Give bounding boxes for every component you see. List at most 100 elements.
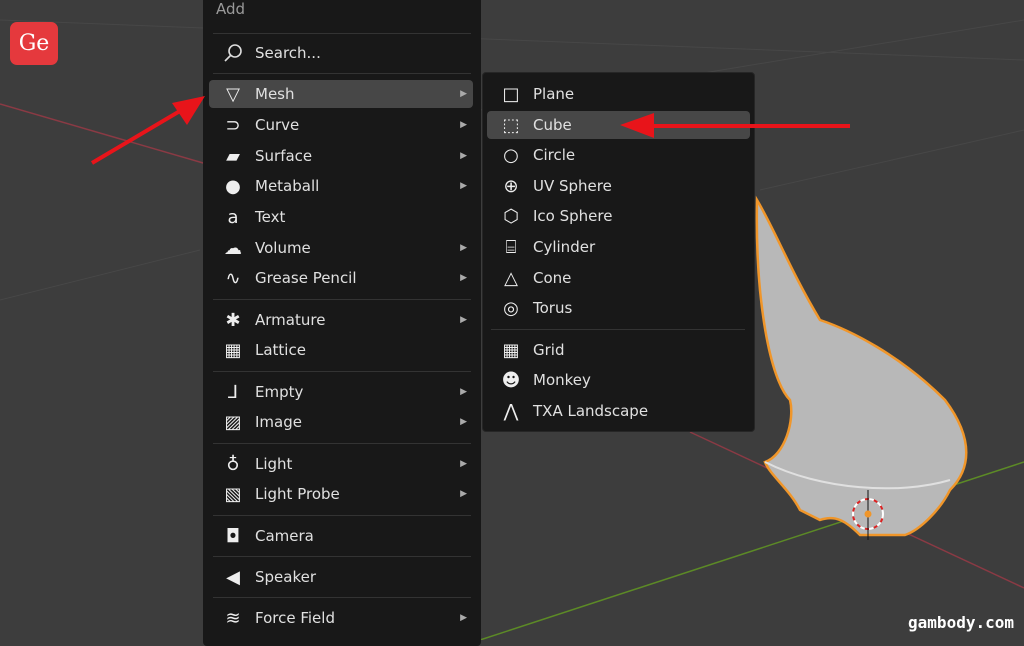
menu-item-label: Cone — [533, 269, 572, 287]
menu-item-force-field[interactable]: ≋ Force Field ▶ — [209, 604, 473, 632]
divider — [213, 556, 471, 557]
volume-icon: ☁ — [224, 237, 242, 259]
mesh-submenu: □ Plane ⬚ Cube ○ Circle ⊕ UV Sphere ⬡ Ico Sphere ⌸… — [482, 72, 755, 432]
menu-item-label: Image — [255, 413, 302, 431]
watermark: gambody.com — [908, 613, 1014, 632]
menu-item-label: Volume — [255, 239, 311, 257]
menu-item-label: TXA Landscape — [533, 402, 649, 420]
gambody-logo: Ge — [10, 22, 58, 65]
search-menu-item[interactable]: Search... — [209, 39, 473, 67]
submenu-arrow-icon: ▶ — [460, 315, 467, 325]
submenu-item-plane[interactable]: □ Plane — [487, 80, 750, 108]
lattice-icon: ▦ — [224, 339, 242, 361]
submenu-item-torus[interactable]: ◎ Torus — [487, 294, 750, 322]
submenu-arrow-icon: ▶ — [460, 89, 467, 99]
menu-item-label: Monkey — [533, 371, 591, 389]
menu-item-metaball[interactable]: ● Metaball ▶ — [209, 172, 473, 200]
menu-item-label: Force Field — [255, 609, 335, 627]
submenu-item-ico-sphere[interactable]: ⬡ Ico Sphere — [487, 202, 750, 230]
divider — [213, 299, 471, 300]
camera-icon: ◘ — [225, 525, 241, 547]
divider — [491, 329, 745, 330]
plane-icon: □ — [502, 83, 520, 105]
menu-item-label: Lattice — [255, 341, 306, 359]
search-icon — [221, 42, 245, 64]
menu-item-label: Grease Pencil — [255, 269, 357, 287]
submenu-arrow-icon: ▶ — [460, 489, 467, 499]
menu-item-label: Metaball — [255, 177, 320, 195]
grease-pencil-icon: ∿ — [225, 267, 241, 289]
light-icon: ♁ — [226, 453, 240, 475]
menu-item-grease-pencil[interactable]: ∿ Grease Pencil ▶ — [209, 264, 473, 292]
menu-item-label: Mesh — [255, 85, 295, 103]
menu-item-text[interactable]: a Text — [209, 203, 473, 231]
empty-icon: ⅃ — [227, 381, 239, 403]
force-field-icon: ≋ — [225, 607, 241, 629]
x-axis-line — [0, 103, 211, 166]
menu-item-lattice[interactable]: ▦ Lattice — [209, 336, 473, 364]
menu-item-label: Text — [255, 208, 286, 226]
menu-item-label: Light Probe — [255, 485, 340, 503]
mesh-icon: ▽ — [226, 83, 240, 105]
menu-title: Add — [216, 0, 246, 18]
menu-item-label: Light — [255, 455, 293, 473]
divider — [213, 597, 471, 598]
menu-item-label: Circle — [533, 146, 576, 164]
submenu-arrow-icon: ▶ — [460, 387, 467, 397]
menu-item-image[interactable]: ▨ Image ▶ — [209, 408, 473, 436]
add-menu: Add Search... ▽ Mesh ▶ ⊃ Curve ▶ ▰ Surface ▶ ● Met… — [203, 0, 481, 646]
menu-item-camera[interactable]: ◘ Camera — [209, 522, 473, 550]
submenu-arrow-icon: ▶ — [460, 613, 467, 623]
monkey-icon: ☻ — [501, 369, 521, 391]
menu-item-label: Curve — [255, 116, 300, 134]
menu-item-surface[interactable]: ▰ Surface ▶ — [209, 142, 473, 170]
menu-item-light-probe[interactable]: ▧ Light Probe ▶ — [209, 480, 473, 508]
submenu-item-grid[interactable]: ▦ Grid — [487, 336, 750, 364]
submenu-item-txa-landscape[interactable]: ⋀ TXA Landscape — [487, 397, 750, 425]
image-icon: ▨ — [224, 411, 242, 433]
submenu-arrow-icon: ▶ — [460, 273, 467, 283]
submenu-arrow-icon: ▶ — [460, 459, 467, 469]
submenu-arrow-icon: ▶ — [460, 243, 467, 253]
menu-item-label: Cube — [533, 116, 572, 134]
submenu-arrow-icon: ▶ — [460, 181, 467, 191]
menu-item-volume[interactable]: ☁ Volume ▶ — [209, 234, 473, 262]
menu-item-curve[interactable]: ⊃ Curve ▶ — [209, 111, 473, 139]
menu-item-label: Torus — [533, 299, 573, 317]
menu-item-empty[interactable]: ⅃ Empty ▶ — [209, 378, 473, 406]
submenu-item-cylinder[interactable]: ⌸ Cylinder — [487, 233, 750, 261]
menu-item-speaker[interactable]: ◀ Speaker — [209, 563, 473, 591]
metaball-icon: ● — [225, 175, 241, 197]
submenu-item-circle[interactable]: ○ Circle — [487, 141, 750, 169]
light-probe-icon: ▧ — [224, 483, 242, 505]
menu-item-label: Empty — [255, 383, 304, 401]
menu-item-mesh[interactable]: ▽ Mesh ▶ — [209, 80, 473, 108]
uv-sphere-icon: ⊕ — [503, 175, 519, 197]
submenu-item-monkey[interactable]: ☻ Monkey — [487, 366, 750, 394]
divider — [213, 443, 471, 444]
curve-icon: ⊃ — [225, 114, 241, 136]
torus-icon: ◎ — [503, 297, 519, 319]
submenu-item-cube[interactable]: ⬚ Cube — [487, 111, 750, 139]
menu-item-label: Surface — [255, 147, 313, 165]
surface-icon: ▰ — [226, 145, 240, 167]
menu-item-light[interactable]: ♁ Light ▶ — [209, 450, 473, 478]
submenu-arrow-icon: ▶ — [460, 120, 467, 130]
circle-icon: ○ — [503, 144, 519, 166]
menu-item-label: Speaker — [255, 568, 317, 586]
menu-item-label: Plane — [533, 85, 575, 103]
divider — [213, 371, 471, 372]
search-label: Search... — [255, 44, 321, 62]
speaker-icon: ◀ — [226, 566, 240, 588]
submenu-item-cone[interactable]: △ Cone — [487, 264, 750, 292]
cylinder-icon: ⌸ — [505, 236, 517, 258]
submenu-item-uv-sphere[interactable]: ⊕ UV Sphere — [487, 172, 750, 200]
landscape-icon: ⋀ — [503, 400, 519, 422]
armature-icon: ✱ — [225, 309, 241, 331]
divider — [213, 515, 471, 516]
menu-item-label: Armature — [255, 311, 326, 329]
divider — [213, 33, 471, 34]
ico-sphere-icon: ⬡ — [503, 205, 519, 227]
menu-item-label: Cylinder — [533, 238, 596, 256]
menu-item-armature[interactable]: ✱ Armature ▶ — [209, 306, 473, 334]
